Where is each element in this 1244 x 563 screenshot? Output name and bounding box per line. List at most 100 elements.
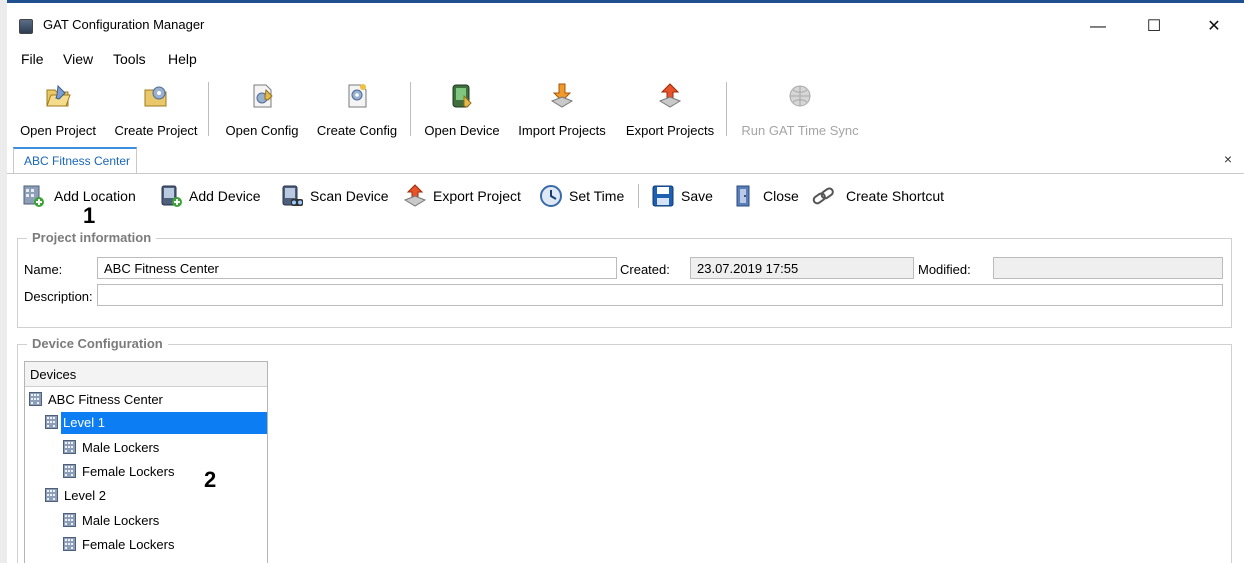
menu-view[interactable]: View (63, 51, 93, 67)
create-shortcut-button[interactable]: Create Shortcut (811, 184, 953, 208)
folder-open-icon (46, 84, 71, 107)
device-configuration-title: Device Configuration (27, 336, 168, 351)
created-field: 23.07.2019 17:55 (690, 257, 914, 279)
building-icon (63, 537, 76, 551)
chain-link-icon (812, 187, 834, 205)
open-project-button[interactable]: Open Project (15, 78, 101, 140)
open-device-label: Open Device (424, 123, 500, 138)
devices-tree[interactable]: Devices ABC Fitness Center Level 1 Male … (24, 361, 268, 563)
name-label: Name: (24, 262, 63, 277)
tree-node-label: Level 1 (61, 412, 267, 434)
tree-node-label: ABC Fitness Center (48, 392, 163, 407)
open-config-label: Open Config (225, 123, 299, 138)
scan-device-button[interactable]: Scan Device (280, 184, 390, 208)
app-icon (19, 19, 33, 34)
create-project-button[interactable]: Create Project (110, 78, 202, 140)
globe-icon (789, 85, 811, 107)
menu-tools[interactable]: Tools (113, 51, 146, 67)
clock-icon (540, 185, 562, 207)
export-projects-label: Export Projects (625, 123, 715, 138)
devices-column-header: Devices (30, 367, 77, 382)
tree-node-label: Female Lockers (82, 464, 175, 479)
created-label: Created: (620, 262, 670, 277)
document-open-icon (253, 84, 273, 108)
tree-node-female-lockers[interactable]: Female Lockers (63, 461, 253, 483)
tree-node-male-lockers[interactable]: Male Lockers (63, 437, 253, 459)
open-project-label: Open Project (20, 123, 96, 138)
tab-label: ABC Fitness Center (24, 154, 131, 168)
import-projects-button[interactable]: Import Projects (512, 78, 612, 140)
tree-node-level-1[interactable]: Level 1 (45, 412, 267, 434)
upload-arrow-icon (658, 83, 682, 108)
menu-bar: File View Tools Help (7, 44, 1244, 70)
run-gat-time-sync-button[interactable]: Run GAT Time Sync (735, 78, 865, 140)
maximize-button[interactable]: ☐ (1131, 12, 1177, 42)
save-button[interactable]: Save (651, 184, 719, 208)
folder-gear-icon (144, 86, 167, 107)
toolbar-separator (726, 82, 727, 136)
building-icon (45, 488, 58, 502)
modified-field (993, 257, 1223, 279)
add-location-button[interactable]: Add Location (21, 184, 143, 208)
description-label: Description: (24, 289, 93, 304)
export-projects-button[interactable]: Export Projects (620, 78, 720, 140)
menu-file[interactable]: File (21, 51, 44, 67)
title-bar[interactable]: GAT Configuration Manager — ☐ ✕ (7, 3, 1244, 43)
close-project-button[interactable]: Close (732, 184, 802, 208)
add-device-label: Add Device (189, 188, 261, 204)
building-icon (63, 440, 76, 454)
export-project-icon (403, 184, 427, 207)
building-icon (63, 464, 76, 478)
building-icon (29, 392, 42, 406)
callout-number-1: 1 (83, 203, 96, 228)
add-device-icon (161, 185, 182, 207)
close-window-button[interactable]: ✕ (1191, 12, 1237, 42)
menu-help[interactable]: Help (168, 51, 197, 67)
tab-abc-fitness-center[interactable]: ABC Fitness Center (13, 147, 137, 174)
tree-node-label: Female Lockers (82, 537, 175, 552)
export-project-button[interactable]: Export Project (403, 184, 525, 208)
callout-number-2: 2 (204, 467, 217, 492)
action-separator (638, 184, 639, 208)
create-config-button[interactable]: Create Config (312, 78, 402, 140)
tree-node-male-lockers[interactable]: Male Lockers (63, 510, 253, 532)
building-icon (63, 513, 76, 527)
tree-node-abc-fitness-center[interactable]: ABC Fitness Center (29, 389, 259, 411)
create-project-label: Create Project (114, 123, 198, 138)
tree-node-label: Male Lockers (82, 513, 160, 528)
close-tab-icon[interactable]: × (1224, 151, 1232, 167)
add-location-icon (23, 185, 44, 207)
door-exit-icon (736, 185, 750, 207)
toolbar-separator (410, 82, 411, 136)
tree-node-label: Male Lockers (82, 440, 160, 455)
tab-divider (7, 173, 1244, 174)
toolbar-separator (208, 82, 209, 136)
name-input[interactable]: ABC Fitness Center (97, 257, 617, 279)
tree-node-female-lockers[interactable]: Female Lockers (63, 534, 253, 556)
devices-tree-header: Devices (25, 362, 267, 387)
minimize-button[interactable]: — (1075, 12, 1121, 42)
description-input[interactable] (97, 284, 1223, 306)
create-config-label: Create Config (316, 123, 398, 138)
scan-device-label: Scan Device (310, 188, 389, 204)
floppy-disk-icon (652, 185, 674, 207)
window-left-edge (0, 0, 7, 563)
save-label: Save (681, 188, 713, 204)
window-title: GAT Configuration Manager (43, 17, 205, 32)
project-action-bar: Add Location Add Device Scan Device Expo… (7, 178, 1244, 212)
add-location-label: Add Location (54, 188, 136, 204)
set-time-label: Set Time (569, 188, 625, 204)
run-gat-time-sync-label: Run GAT Time Sync (741, 123, 859, 138)
open-config-button[interactable]: Open Config (218, 78, 306, 140)
device-open-icon (452, 84, 472, 108)
open-device-button[interactable]: Open Device (420, 78, 504, 140)
tree-node-label: Level 2 (64, 488, 106, 503)
project-information-title: Project information (27, 230, 157, 245)
set-time-button[interactable]: Set Time (539, 184, 631, 208)
create-shortcut-label: Create Shortcut (846, 188, 945, 204)
export-project-label: Export Project (433, 188, 521, 204)
modified-label: Modified: (918, 262, 971, 277)
add-device-button[interactable]: Add Device (159, 184, 265, 208)
app-window: GAT Configuration Manager — ☐ ✕ File Vie… (0, 0, 1244, 563)
download-arrow-icon (550, 83, 574, 108)
